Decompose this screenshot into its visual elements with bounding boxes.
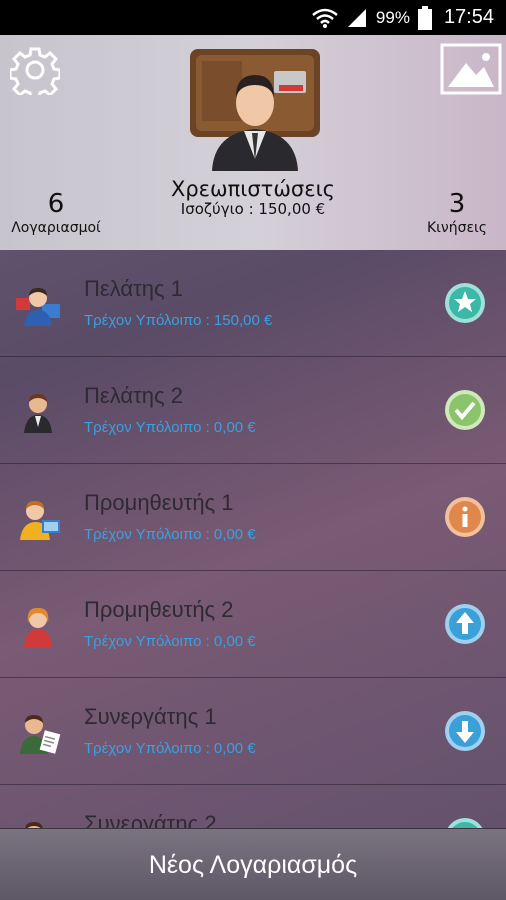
clock: 17:54 bbox=[443, 6, 494, 28]
header: Χρεωπιστώσεις Ισοζύγιο : 150,00 € 6 Λογα… bbox=[0, 35, 506, 250]
person-computer-icon bbox=[14, 280, 62, 328]
list-item[interactable]: Συνεργάτης 1 Τρέχον Υπόλοιπο : 0,00 € bbox=[0, 678, 506, 785]
supplier-woman-icon bbox=[14, 601, 62, 649]
account-balance: Τρέχον Υπόλοιπο : 0,00 € bbox=[84, 740, 256, 757]
new-account-button[interactable]: Νέος Λογαριασμός bbox=[0, 828, 506, 900]
account-name: Πελάτης 2 bbox=[84, 383, 183, 408]
list-item[interactable]: Προμηθευτής 2 Τρέχον Υπόλοιπο : 0,00 € bbox=[0, 571, 506, 678]
account-name: Προμηθευτής 1 bbox=[84, 490, 234, 515]
wifi-icon bbox=[312, 8, 338, 28]
account-name: Προμηθευτής 2 bbox=[84, 597, 234, 622]
accounts-list[interactable]: Πελάτης 1 Τρέχον Υπόλοιπο : 150,00 € Πελ… bbox=[0, 250, 506, 828]
battery-percent: 99% bbox=[375, 7, 410, 27]
arrow-down-badge-icon[interactable] bbox=[444, 710, 486, 752]
info-badge-icon[interactable] bbox=[444, 496, 486, 538]
image-icon[interactable] bbox=[440, 43, 502, 95]
list-item[interactable]: Προμηθευτής 1 Τρέχον Υπόλοιπο : 0,00 € bbox=[0, 464, 506, 571]
transactions-stat[interactable]: 3 Κινήσεις bbox=[424, 190, 490, 236]
accounts-label: Λογαριασμοί bbox=[11, 220, 101, 236]
partner-icon bbox=[14, 708, 62, 756]
gear-icon[interactable] bbox=[8, 45, 62, 101]
account-balance: Τρέχον Υπόλοιπο : 0,00 € bbox=[84, 633, 256, 650]
accounts-count: 6 bbox=[47, 189, 65, 219]
partner-icon bbox=[14, 815, 62, 828]
account-name: Συνεργάτης 2 bbox=[84, 811, 217, 828]
account-balance: Τρέχον Υπόλοιπο : 150,00 € bbox=[84, 312, 273, 329]
accounts-stat[interactable]: 6 Λογαριασμοί bbox=[10, 190, 102, 236]
account-name: Συνεργάτης 1 bbox=[84, 704, 217, 729]
status-bar: 99% 17:54 bbox=[0, 0, 506, 35]
account-balance: Τρέχον Υπόλοιπο : 0,00 € bbox=[84, 419, 256, 436]
transactions-count: 3 bbox=[448, 189, 466, 219]
account-name: Πελάτης 1 bbox=[84, 276, 183, 301]
list-item[interactable]: Συνεργάτης 2 bbox=[0, 785, 506, 828]
transactions-label: Κινήσεις bbox=[426, 220, 487, 236]
arrow-up-badge-icon[interactable] bbox=[444, 603, 486, 645]
list-item[interactable]: Πελάτης 1 Τρέχον Υπόλοιπο : 150,00 € bbox=[0, 250, 506, 357]
star-badge-icon[interactable] bbox=[444, 817, 486, 828]
list-item[interactable]: Πελάτης 2 Τρέχον Υπόλοιπο : 0,00 € bbox=[0, 357, 506, 464]
star-badge-icon[interactable] bbox=[444, 282, 486, 324]
battery-icon bbox=[417, 5, 432, 30]
businessman-icon bbox=[14, 387, 62, 435]
check-badge-icon[interactable] bbox=[444, 389, 486, 431]
account-balance: Τρέχον Υπόλοιπο : 0,00 € bbox=[84, 526, 256, 543]
businessman-wallet-icon bbox=[184, 41, 326, 171]
signal-icon bbox=[346, 8, 368, 28]
supplier-icon bbox=[14, 494, 62, 542]
